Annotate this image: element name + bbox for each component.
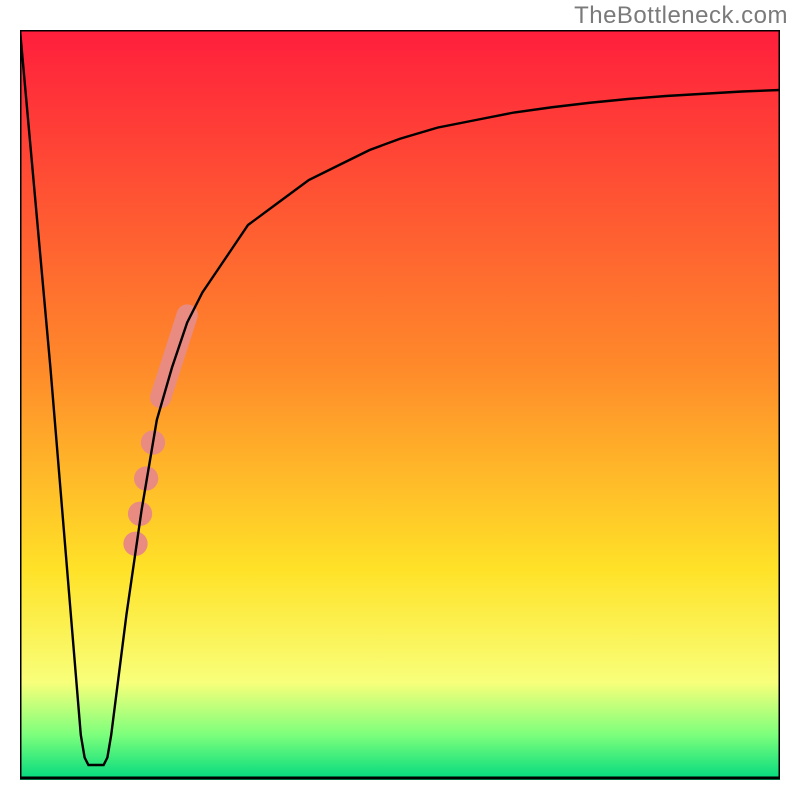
plot-area [20, 30, 780, 780]
gradient-background [20, 30, 780, 780]
watermark-label: TheBottleneck.com [574, 2, 788, 30]
chart-frame: TheBottleneck.com [0, 0, 800, 800]
bottleneck-chart [20, 30, 780, 780]
